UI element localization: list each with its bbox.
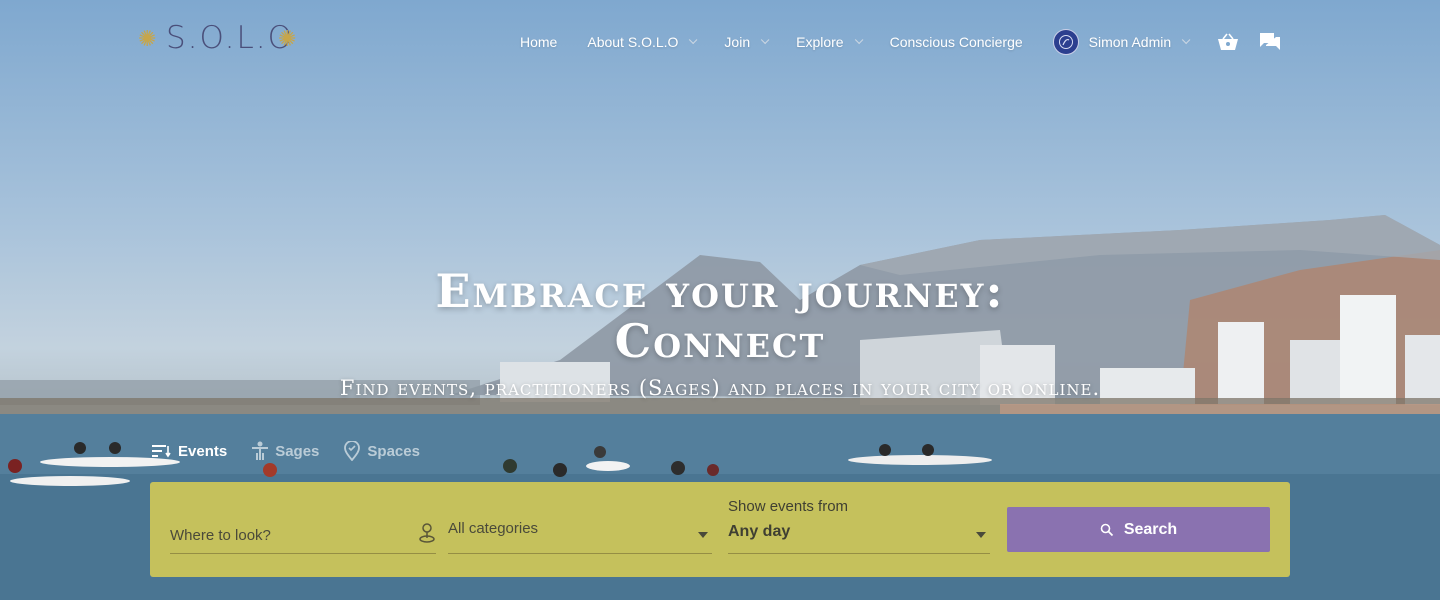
nav-item-home[interactable]: Home: [520, 34, 557, 50]
person-icon: [251, 441, 269, 461]
nav-item-label: Join: [724, 34, 751, 50]
hero-subtitle: Find events, practitioners (Sages) and p…: [339, 376, 1101, 400]
nav-item-explore[interactable]: Explore: [796, 34, 863, 50]
site-header: ✺ S.O.L.O ✺ Home About S.O.L.O Join Expl…: [0, 0, 1440, 84]
logo-text: S.O.L.O: [166, 20, 295, 56]
hero-title-line-2: Connect: [614, 314, 826, 368]
search-button[interactable]: Search: [1007, 507, 1270, 552]
basket-icon[interactable]: [1217, 31, 1239, 53]
hero-title-line-1: Embrace your journey:: [435, 264, 1005, 318]
chat-icon[interactable]: [1259, 31, 1281, 53]
location-field: [170, 518, 436, 554]
chevron-down-icon: [854, 35, 863, 45]
nav-item-join[interactable]: Join: [724, 34, 770, 50]
search-icon: [1100, 523, 1114, 537]
sun-icon: ✺: [138, 26, 157, 51]
tab-sages[interactable]: Sages: [251, 441, 319, 461]
caret-down-icon: [698, 532, 708, 538]
sun-icon: ✺: [278, 26, 297, 51]
site-logo[interactable]: ✺ S.O.L.O ✺: [138, 20, 308, 70]
chevron-down-icon: [689, 35, 698, 45]
main-nav: Home About S.O.L.O Join Explore Consciou…: [520, 28, 1301, 56]
location-input[interactable]: [170, 518, 436, 550]
date-label: Show events from: [728, 498, 849, 515]
nav-item-about[interactable]: About S.O.L.O: [587, 34, 698, 50]
user-menu[interactable]: Simon Admin: [1052, 29, 1191, 55]
search-panel: All categories Show events from Any day …: [150, 482, 1290, 577]
nav-item-label: Explore: [796, 34, 844, 50]
tab-events[interactable]: Events: [152, 443, 227, 460]
hero-title: Embrace your journey: Connect: [0, 266, 1440, 366]
caret-down-icon: [976, 532, 986, 538]
user-name: Simon Admin: [1088, 34, 1172, 50]
tab-spaces[interactable]: Spaces: [343, 441, 420, 461]
tab-label: Sages: [275, 442, 320, 460]
search-tabs: Events Sages Spaces: [152, 441, 444, 461]
map-marker-icon[interactable]: [418, 522, 436, 549]
events-icon: [152, 444, 172, 458]
nav-item-label: About S.O.L.O: [587, 34, 679, 50]
location-pin-icon: [343, 441, 361, 461]
nav-item-label: Conscious Concierge: [889, 34, 1023, 50]
date-value: Any day: [728, 523, 791, 540]
chevron-down-icon: [760, 35, 770, 45]
nav-item-conscious-concierge[interactable]: Conscious Concierge: [890, 34, 1023, 50]
search-button-label: Search: [1123, 520, 1178, 538]
category-select[interactable]: All categories: [448, 518, 712, 554]
user-avatar-icon: [1058, 35, 1073, 49]
category-value: All categories: [448, 520, 539, 537]
chevron-down-icon: [1182, 35, 1191, 45]
avatar: [1052, 29, 1079, 55]
nav-item-label: Home: [520, 34, 558, 50]
tab-label: Spaces: [367, 442, 420, 460]
date-select[interactable]: Show events from Any day: [728, 498, 990, 554]
tab-label: Events: [178, 442, 228, 460]
